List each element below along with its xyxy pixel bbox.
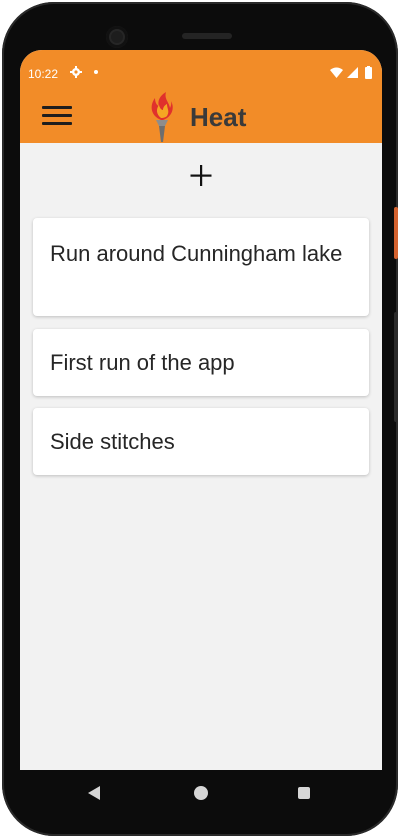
plus-icon[interactable] [186,160,216,190]
back-icon[interactable] [88,786,100,800]
screen: 10:22 Heat Run around Cunningham lake Fi… [20,50,382,770]
run-title: First run of the app [50,350,235,375]
hamburger-menu-icon[interactable] [42,104,72,128]
earpiece-speaker [182,33,232,39]
app-bar: Heat [20,92,382,143]
recents-icon[interactable] [298,787,310,799]
status-bar: 10:22 [20,50,382,92]
run-card[interactable]: Side stitches [33,408,369,475]
system-nav-bar [20,770,382,816]
app-title: Heat [190,102,247,132]
wifi-icon [330,67,343,78]
status-icons [330,66,374,80]
run-title: Side stitches [50,429,175,454]
power-button[interactable] [394,207,398,259]
run-title: Run around Cunningham lake [50,241,343,266]
dot-icon [94,70,98,74]
run-card[interactable]: Run around Cunningham lake [33,218,369,316]
battery-icon [365,66,372,79]
signal-icon [347,67,358,78]
volume-button[interactable] [394,312,398,422]
gear-icon [70,66,82,80]
front-camera [106,26,128,48]
status-time: 10:22 [28,67,59,81]
run-card[interactable]: First run of the app [33,329,369,396]
home-icon[interactable] [194,786,208,800]
torch-flame-icon [145,92,179,144]
